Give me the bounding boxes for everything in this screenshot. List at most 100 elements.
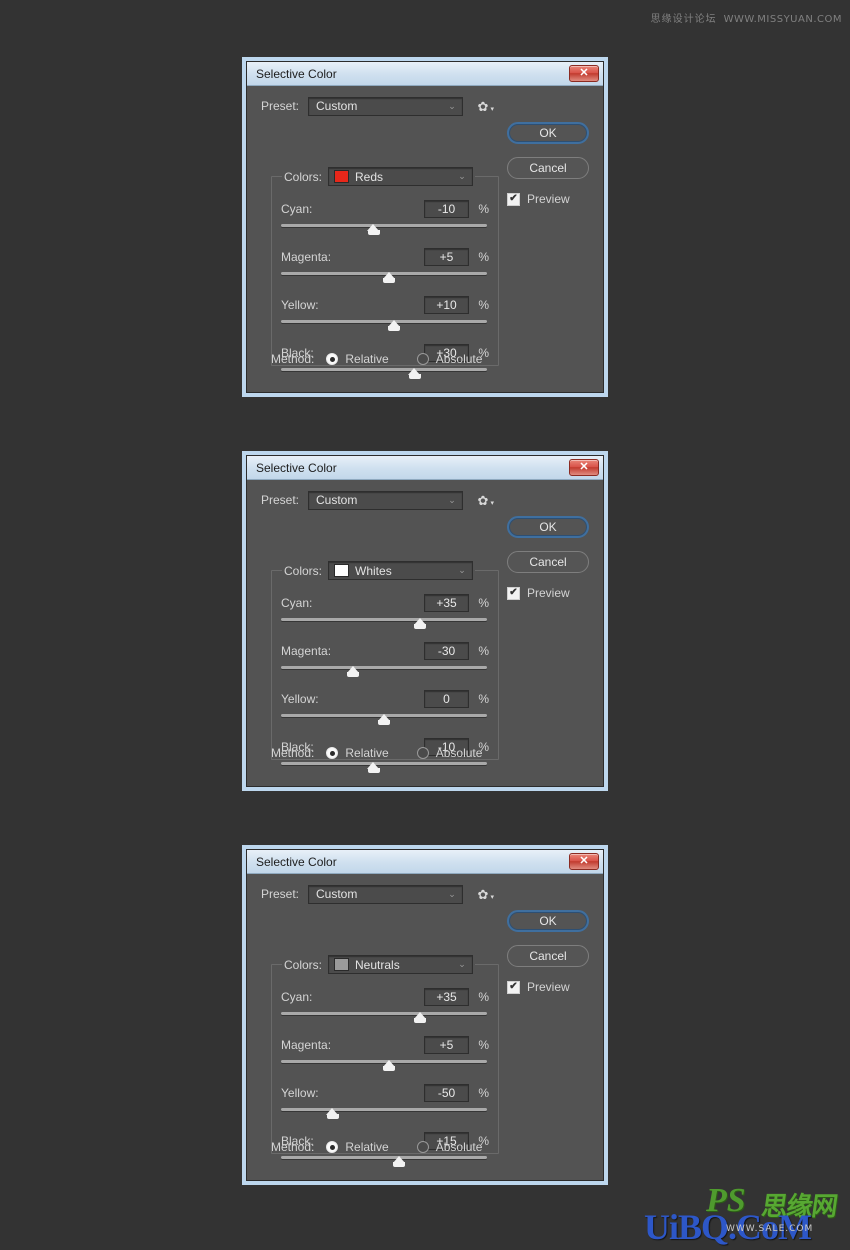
ok-button[interactable]: OK xyxy=(507,516,589,538)
close-button[interactable]: ✕ xyxy=(569,459,599,476)
slider-track-area[interactable] xyxy=(281,1011,487,1023)
dialog-title: Selective Color xyxy=(256,854,337,869)
slider-value-input[interactable]: -10 xyxy=(424,199,469,218)
gear-dropdown-arrow-icon: ▾ xyxy=(490,500,494,507)
slider-thumb[interactable] xyxy=(392,1156,406,1167)
colors-value: Reds xyxy=(355,169,384,184)
close-button[interactable]: ✕ xyxy=(569,65,599,82)
slider-value-input[interactable]: +10 xyxy=(424,295,469,314)
slider-value-input[interactable]: -30 xyxy=(424,641,469,660)
slider-track[interactable] xyxy=(281,320,487,323)
cancel-button[interactable]: Cancel xyxy=(507,157,589,179)
slider-header: Yellow: +10 % xyxy=(281,295,489,314)
slider-thumb[interactable] xyxy=(367,224,380,235)
slider-label: Yellow: xyxy=(281,691,319,706)
method-relative-option[interactable]: Relative xyxy=(326,746,389,760)
slider-track[interactable] xyxy=(281,1108,487,1111)
slider-track-area[interactable] xyxy=(281,665,487,677)
ok-button[interactable]: OK xyxy=(507,910,589,932)
slider-track-area[interactable] xyxy=(281,1155,487,1167)
slider-thumb[interactable] xyxy=(346,666,360,677)
slider-thumb[interactable] xyxy=(367,762,380,773)
dialog-titlebar[interactable]: Selective Color ✕ xyxy=(247,62,603,86)
preview-checkbox[interactable]: ✔ xyxy=(507,586,520,600)
dialog-titlebar[interactable]: Selective Color ✕ xyxy=(247,456,603,480)
radio-absolute-icon[interactable] xyxy=(416,747,429,759)
slider-value-input[interactable]: +5 xyxy=(424,247,469,266)
slider-track[interactable] xyxy=(281,666,487,669)
slider-track-area[interactable] xyxy=(281,367,487,379)
method-relative-option[interactable]: Relative xyxy=(326,352,389,366)
slider-block: Yellow: 0 % xyxy=(281,689,489,725)
method-absolute-option[interactable]: Absolute xyxy=(416,1140,482,1154)
slider-value-input[interactable]: +35 xyxy=(424,987,469,1006)
slider-track[interactable] xyxy=(281,762,487,765)
close-button[interactable]: ✕ xyxy=(569,853,599,870)
radio-absolute-icon[interactable] xyxy=(416,1141,429,1153)
preview-row[interactable]: ✔ Preview xyxy=(507,586,589,600)
slider-track[interactable] xyxy=(281,1012,487,1015)
gear-dropdown-arrow-icon: ▾ xyxy=(490,894,494,901)
cancel-button[interactable]: Cancel xyxy=(507,551,589,573)
slider-thumb[interactable] xyxy=(382,272,396,283)
preview-label: Preview xyxy=(527,980,570,994)
ok-button[interactable]: OK xyxy=(507,122,589,144)
dialog-frame: Selective Color ✕ Preset: Custom ⌄ ✿ ▾ C… xyxy=(246,455,604,787)
check-icon: ✔ xyxy=(509,193,518,204)
cancel-button[interactable]: Cancel xyxy=(507,945,589,967)
method-absolute-option[interactable]: Absolute xyxy=(416,746,482,760)
slider-track[interactable] xyxy=(281,1156,487,1159)
dialog-frame: Selective Color ✕ Preset: Custom ⌄ ✿ ▾ C… xyxy=(246,61,604,393)
slider-track-area[interactable] xyxy=(281,617,487,629)
dialog-title: Selective Color xyxy=(256,66,337,81)
slider-track-area[interactable] xyxy=(281,271,487,283)
slider-thumb[interactable] xyxy=(408,368,421,379)
method-relative-option[interactable]: Relative xyxy=(326,1140,389,1154)
slider-value-input[interactable]: +35 xyxy=(424,593,469,612)
preview-checkbox[interactable]: ✔ xyxy=(507,980,520,994)
preview-row[interactable]: ✔ Preview xyxy=(507,980,589,994)
colors-dropdown[interactable]: Whites ⌄ xyxy=(328,561,474,580)
preset-dropdown[interactable]: Custom ⌄ xyxy=(308,96,463,116)
slider-track-area[interactable] xyxy=(281,223,487,235)
preview-checkbox[interactable]: ✔ xyxy=(507,192,520,206)
slider-thumb[interactable] xyxy=(382,1060,396,1071)
slider-track-area[interactable] xyxy=(281,761,487,773)
dialog-body: Preset: Custom ⌄ ✿ ▾ Colors: xyxy=(247,874,603,1180)
slider-track[interactable] xyxy=(281,368,487,371)
radio-absolute-icon[interactable] xyxy=(416,353,429,365)
slider-thumb[interactable] xyxy=(326,1108,339,1119)
slider-thumb[interactable] xyxy=(387,320,401,331)
slider-value-input[interactable]: 0 xyxy=(424,689,469,708)
preset-label: Preset: xyxy=(261,99,300,113)
slider-track-area[interactable] xyxy=(281,713,487,725)
colors-dropdown[interactable]: Reds ⌄ xyxy=(328,167,474,186)
radio-relative-icon[interactable] xyxy=(326,1141,339,1153)
slider-thumb[interactable] xyxy=(413,1012,427,1023)
dialog-titlebar[interactable]: Selective Color ✕ xyxy=(247,850,603,874)
chevron-down-icon: ⌄ xyxy=(458,565,466,575)
slider-track[interactable] xyxy=(281,618,487,621)
method-relative-label: Relative xyxy=(345,352,389,366)
slider-value-input[interactable]: +5 xyxy=(424,1035,469,1054)
radio-relative-icon[interactable] xyxy=(326,353,339,365)
slider-value-input[interactable]: -50 xyxy=(424,1083,469,1102)
preset-options-button[interactable]: ✿ ▾ xyxy=(473,885,494,903)
slider-track-area[interactable] xyxy=(281,1059,487,1071)
slider-track-area[interactable] xyxy=(281,1107,487,1119)
method-absolute-option[interactable]: Absolute xyxy=(416,352,482,366)
preset-dropdown[interactable]: Custom ⌄ xyxy=(308,490,463,510)
colors-dropdown[interactable]: Neutrals ⌄ xyxy=(328,955,474,974)
slider-track-area[interactable] xyxy=(281,319,487,331)
method-label: Method: xyxy=(271,1140,315,1154)
radio-relative-icon[interactable] xyxy=(326,747,339,759)
slider-track[interactable] xyxy=(281,224,487,227)
preset-options-button[interactable]: ✿ ▾ xyxy=(473,97,494,115)
preset-options-button[interactable]: ✿ ▾ xyxy=(473,491,494,509)
preview-row[interactable]: ✔ Preview xyxy=(507,192,589,206)
colors-row: Colors: Neutrals ⌄ xyxy=(282,954,476,975)
color-swatch-icon xyxy=(334,564,350,577)
slider-thumb[interactable] xyxy=(413,618,427,629)
preset-dropdown[interactable]: Custom ⌄ xyxy=(308,884,463,904)
slider-thumb[interactable] xyxy=(377,714,391,725)
